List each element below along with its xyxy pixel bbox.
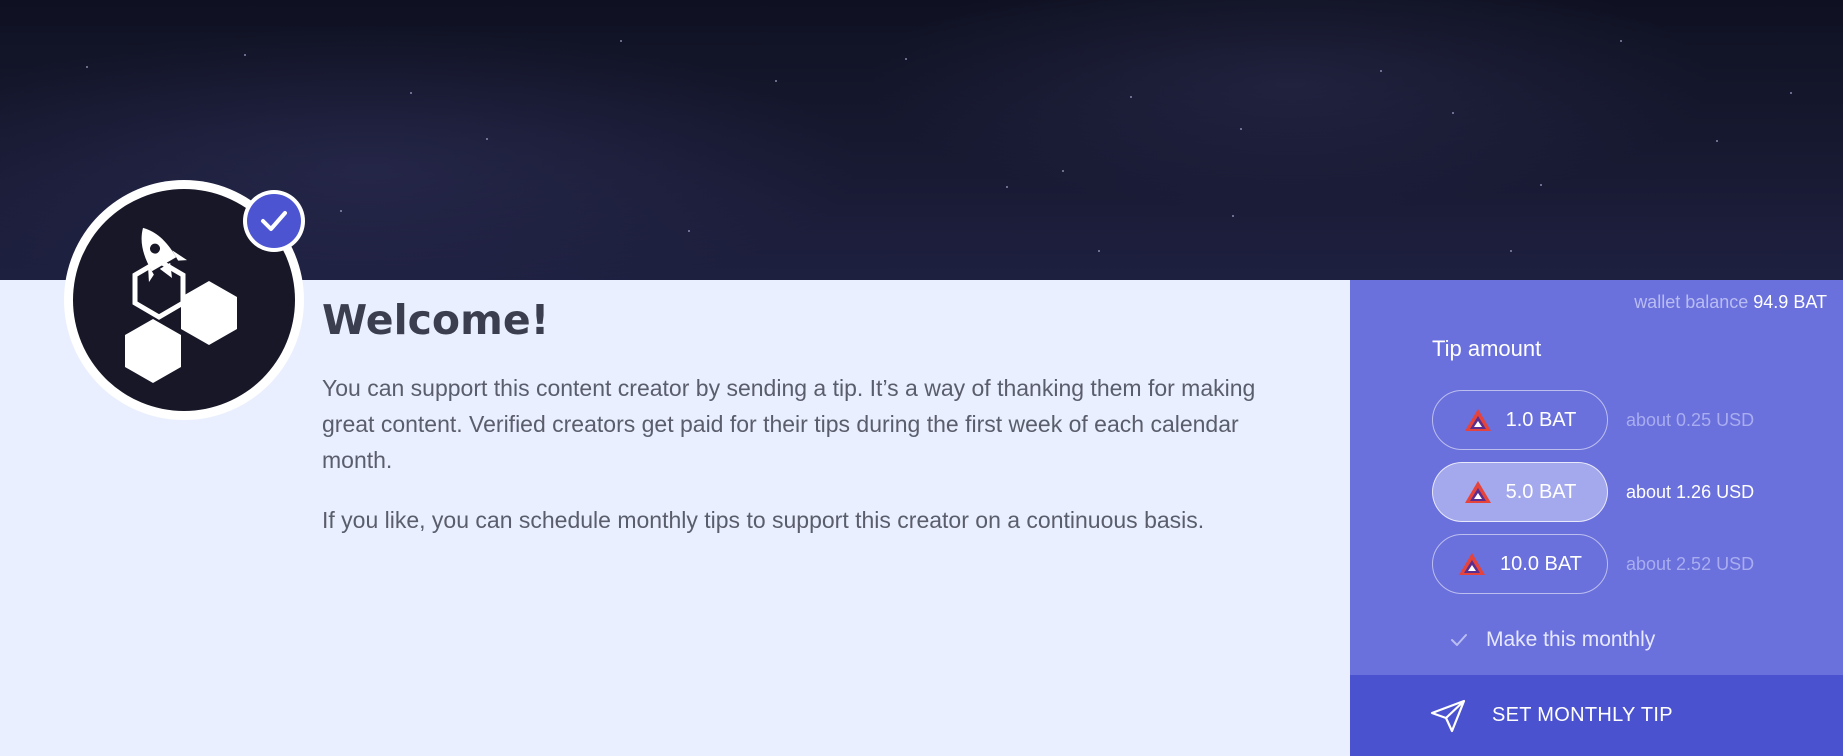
tip-option-1-amount: 1.0 BAT: [1505, 408, 1577, 431]
tip-option-3-usd: about 2.52 USD: [1626, 553, 1755, 574]
make-monthly-toggle[interactable]: Make this monthly: [1450, 628, 1655, 652]
tip-option-2-amount: 5.0 BAT: [1505, 480, 1577, 503]
tip-option-3-amount: 10.0 BAT: [1500, 552, 1582, 575]
tip-option-row: 10.0 BAT about 2.52 USD: [1432, 534, 1754, 594]
set-monthly-tip-label: SET MONTHLY TIP: [1492, 704, 1673, 726]
tip-option-row: 1.0 BAT about 0.25 USD: [1432, 390, 1754, 450]
tip-option-2-button[interactable]: 5.0 BAT: [1432, 462, 1608, 522]
bat-token-icon: [1459, 553, 1486, 575]
tip-panel: wallet balance 94.9 BAT Tip amount 1.0 B…: [1350, 280, 1843, 675]
welcome-title: Welcome!: [322, 296, 550, 344]
wallet-balance-label: wallet balance: [1634, 292, 1749, 312]
tip-option-1-usd: about 0.25 USD: [1626, 409, 1755, 430]
bat-token-icon: [1464, 481, 1491, 503]
monthly-description: If you like, you can schedule monthly ti…: [322, 507, 1205, 533]
make-monthly-label: Make this monthly: [1486, 628, 1656, 651]
tip-option-1-button[interactable]: 1.0 BAT: [1432, 390, 1608, 450]
verified-badge: [243, 190, 305, 252]
send-icon: [1430, 699, 1466, 732]
wallet-balance-amount: 94.9 BAT: [1753, 292, 1827, 312]
tip-amount-label: Tip amount: [1432, 336, 1542, 361]
tip-option-row: 5.0 BAT about 1.26 USD: [1432, 462, 1754, 522]
bat-token-icon: [1464, 409, 1491, 431]
set-monthly-tip-button[interactable]: SET MONTHLY TIP: [1350, 675, 1843, 756]
check-icon: [261, 211, 287, 231]
wallet-balance: wallet balance 94.9 BAT: [1634, 292, 1827, 313]
welcome-description: You can support this content creator by …: [322, 375, 1256, 473]
tip-option-3-button[interactable]: 10.0 BAT: [1432, 534, 1608, 594]
tip-option-2-usd: about 1.26 USD: [1626, 481, 1755, 502]
check-icon: [1451, 634, 1467, 646]
